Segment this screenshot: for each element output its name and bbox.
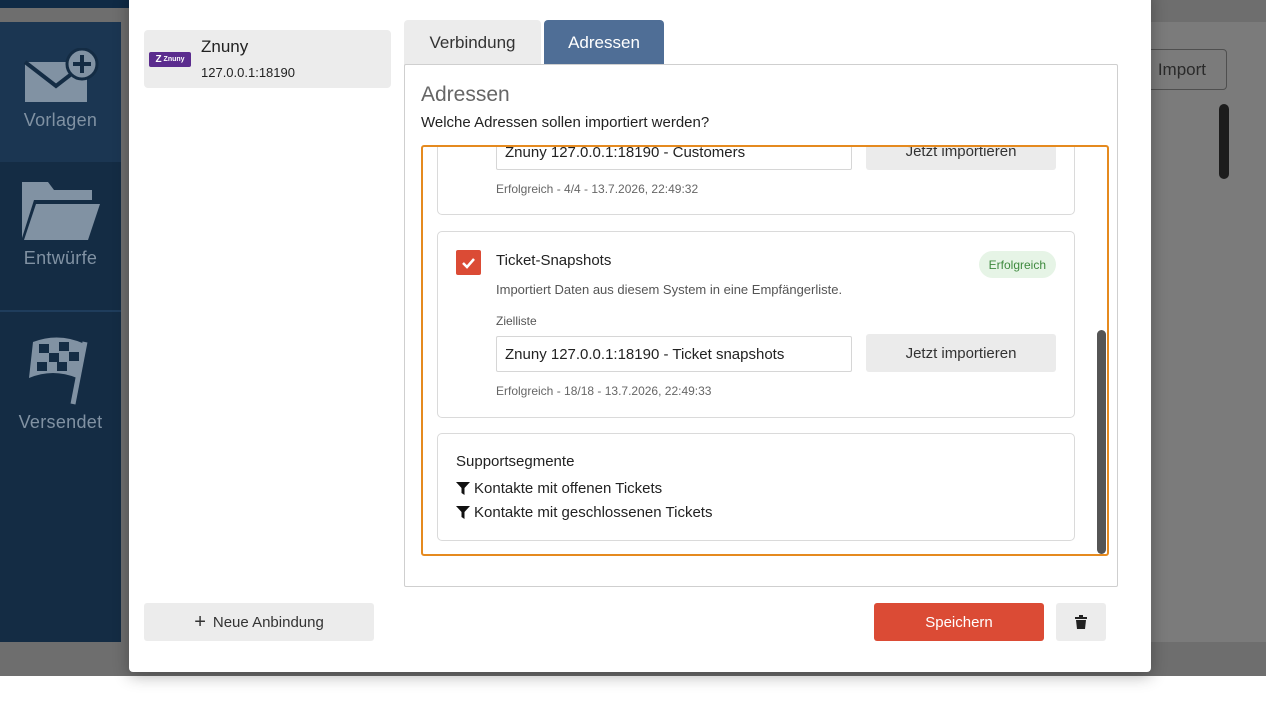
checkered-flag-icon bbox=[28, 337, 87, 405]
sidebar-item-versendet[interactable]: Versendet bbox=[0, 312, 121, 452]
tab-adressen[interactable]: Adressen bbox=[544, 20, 664, 66]
sidebar-item-label: Versendet bbox=[18, 412, 103, 432]
customers-import-card: Znuny 127.0.0.1:18190 - Customers Jetzt … bbox=[437, 147, 1075, 215]
ticket-snapshots-checkbox[interactable] bbox=[456, 250, 481, 275]
connection-list-item[interactable]: Z Znuny Znuny 127.0.0.1:18190 bbox=[144, 30, 391, 88]
save-button[interactable]: Speichern bbox=[874, 603, 1044, 641]
import-status: Erfolgreich - 18/18 - 13.7.2026, 22:49:3… bbox=[496, 384, 712, 398]
mail-plus-icon bbox=[23, 48, 98, 102]
background-scrollbar[interactable] bbox=[1219, 104, 1229, 179]
panel-title: Adressen bbox=[421, 83, 510, 106]
check-icon bbox=[462, 257, 475, 269]
znuny-logo: Z Znuny bbox=[149, 52, 191, 67]
import-status: Erfolgreich - 4/4 - 13.7.2026, 22:49:32 bbox=[496, 182, 699, 196]
new-connection-label: Neue Anbindung bbox=[212, 613, 324, 631]
filter-icon bbox=[456, 506, 470, 519]
import-now-button[interactable]: Jetzt importieren bbox=[866, 334, 1056, 372]
addresses-panel: Adressen Welche Adressen sollen importie… bbox=[404, 64, 1118, 587]
sidebar-item-label: Vorlagen bbox=[23, 110, 98, 130]
target-list-label: Zielliste bbox=[496, 314, 537, 328]
target-list-field[interactable]: Znuny 127.0.0.1:18190 - Customers bbox=[496, 147, 852, 170]
segment-item[interactable]: Kontakte mit geschlossenen Tickets bbox=[456, 504, 712, 521]
trash-icon bbox=[1075, 615, 1087, 629]
segment-label: Kontakte mit offenen Tickets bbox=[474, 480, 663, 497]
card-title: Ticket-Snapshots bbox=[496, 252, 612, 269]
sidebar: Vorlagen Entwürfe Versendet bbox=[0, 22, 121, 642]
app-topbar bbox=[0, 0, 130, 8]
segments-title: Supportsegmente bbox=[456, 453, 575, 470]
connection-host: 127.0.0.1:18190 bbox=[201, 65, 295, 80]
tab-verbindung[interactable]: Verbindung bbox=[404, 20, 541, 66]
connection-dialog: Z Znuny Znuny 127.0.0.1:18190 Verbindung … bbox=[129, 0, 1151, 672]
new-connection-button[interactable]: + Neue Anbindung bbox=[144, 603, 374, 641]
page-scrollbar-track bbox=[1266, 0, 1280, 720]
scrollbar-thumb[interactable] bbox=[1097, 330, 1106, 554]
folder-icon bbox=[21, 182, 100, 240]
page-footer-area bbox=[0, 676, 1266, 720]
sidebar-item-vorlagen[interactable]: Vorlagen bbox=[0, 22, 121, 162]
import-now-button[interactable]: Jetzt importieren bbox=[866, 147, 1056, 170]
background-content bbox=[1150, 22, 1266, 642]
sidebar-item-label: Entwürfe bbox=[23, 248, 98, 268]
segment-label: Kontakte mit geschlossenen Tickets bbox=[474, 504, 713, 521]
ticket-snapshots-card: Ticket-Snapshots Erfolgreich Importiert … bbox=[437, 231, 1075, 418]
card-description: Importiert Daten aus diesem System in ei… bbox=[496, 282, 843, 297]
target-list-field[interactable]: Znuny 127.0.0.1:18190 - Ticket snapshots bbox=[496, 336, 852, 372]
delete-button[interactable] bbox=[1056, 603, 1106, 641]
status-badge: Erfolgreich bbox=[978, 251, 1056, 278]
plus-icon: + bbox=[194, 611, 206, 633]
addresses-scroll-area[interactable]: Znuny 127.0.0.1:18190 - Customers Jetzt … bbox=[421, 145, 1109, 556]
sidebar-item-entwuerfe[interactable]: Entwürfe bbox=[0, 164, 121, 310]
panel-question: Welche Adressen sollen importiert werden… bbox=[421, 114, 710, 131]
support-segments-card: Supportsegmente Kontakte mit offenen Tic… bbox=[437, 433, 1075, 541]
segment-item[interactable]: Kontakte mit offenen Tickets bbox=[456, 480, 662, 497]
filter-icon bbox=[456, 482, 470, 495]
connection-name: Znuny bbox=[201, 37, 249, 56]
